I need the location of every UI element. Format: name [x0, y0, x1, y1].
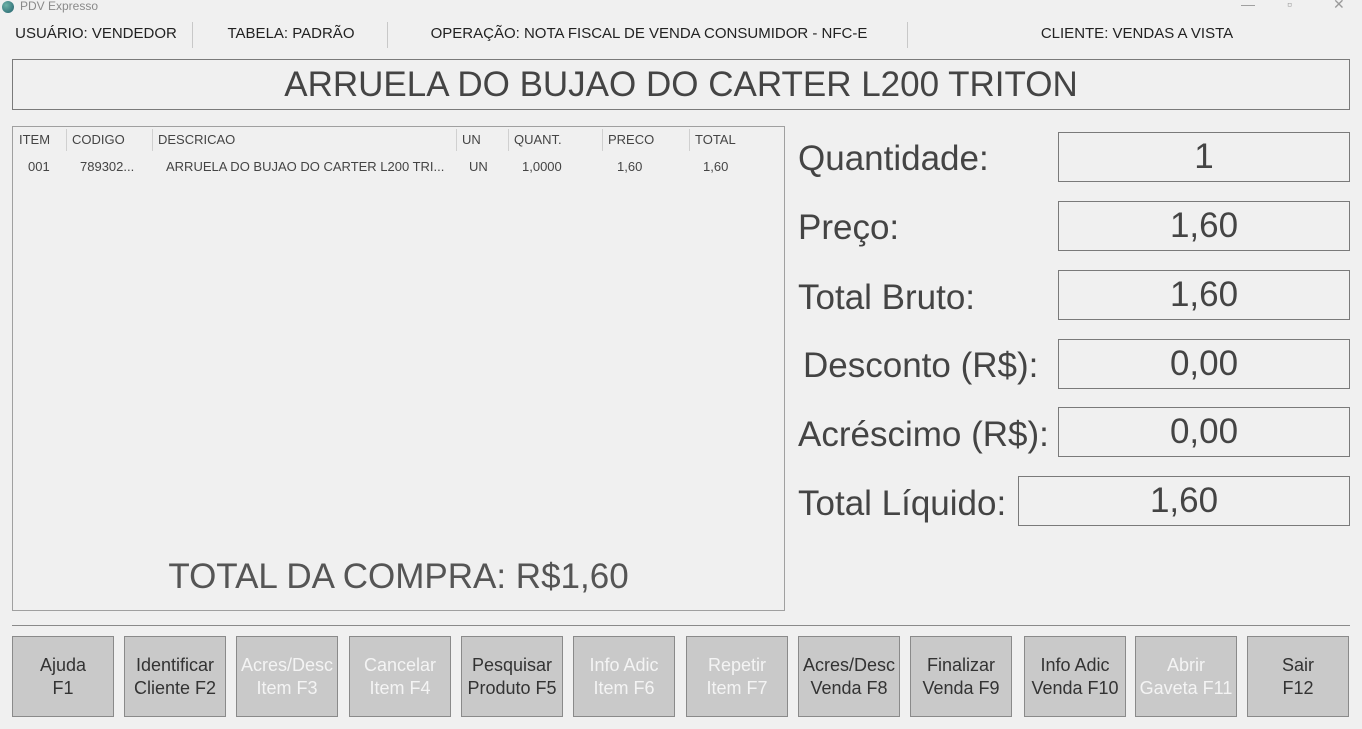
exit-button[interactable]: Sair F12 [1247, 636, 1349, 717]
quantity-label: Quantidade: [798, 139, 989, 178]
discount-label: Desconto (R$): [803, 346, 1039, 385]
button-label: Abrir [1166, 654, 1205, 675]
customer-label: CLIENTE: VENDAS A VISTA [1040, 25, 1234, 42]
column-header-descricao[interactable]: DESCRICAO [152, 127, 456, 153]
identify-customer-button[interactable]: Identificar Cliente F2 [124, 636, 226, 717]
button-label: Acres/Desc [240, 654, 334, 675]
button-shortcut: Item F6 [593, 677, 655, 698]
button-shortcut: Item F7 [706, 677, 768, 698]
user-label: USUÁRIO: VENDEDOR [15, 25, 177, 42]
button-label: Identificar [135, 654, 215, 675]
button-label: Ajuda [39, 654, 87, 675]
current-product-display: ARRUELA DO BUJAO DO CARTER L200 TRITON [12, 59, 1350, 110]
search-product-button[interactable]: Pesquisar Produto F5 [461, 636, 563, 717]
button-shortcut: Gaveta F11 [1139, 677, 1233, 698]
surcharge-field[interactable]: 0,00 [1058, 407, 1350, 457]
button-label: Acres/Desc [802, 654, 896, 675]
operation-label: OPERAÇÃO: NOTA FISCAL DE VENDA CONSUMIDO… [430, 25, 868, 42]
column-header-quant[interactable]: QUANT. [508, 127, 602, 153]
button-shortcut: F12 [1282, 677, 1314, 698]
item-additional-info-button[interactable]: Info Adic Item F6 [573, 636, 675, 717]
cell-descricao: ARRUELA DO BUJAO DO CARTER L200 TRI... [166, 159, 445, 174]
button-shortcut: Item F4 [369, 677, 431, 698]
title-bar: PDV Expresso — ▫ ✕ [0, 0, 1362, 16]
purchase-total: TOTAL DA COMPRA: R$1,60 [168, 557, 629, 596]
divider [907, 22, 908, 48]
button-shortcut: Cliente F2 [133, 677, 217, 698]
cell-quant: 1,0000 [522, 159, 562, 174]
cell-preco: 1,60 [617, 159, 643, 174]
button-shortcut: Produto F5 [467, 677, 557, 698]
cell-total: 1,60 [703, 159, 729, 174]
session-info-bar: USUÁRIO: VENDEDOR TABELA: PADRÃO OPERAÇÃ… [0, 20, 1362, 50]
sale-additional-info-button[interactable]: Info Adic Venda F10 [1024, 636, 1126, 717]
gross-total-label: Total Bruto: [798, 278, 976, 317]
price-label: Preço: [798, 208, 900, 247]
button-label: Cancelar [363, 654, 437, 675]
button-shortcut: Venda F8 [810, 677, 888, 698]
finish-sale-button[interactable]: Finalizar Venda F9 [910, 636, 1012, 717]
open-drawer-button[interactable]: Abrir Gaveta F11 [1135, 636, 1237, 717]
divider [387, 22, 388, 48]
items-table[interactable]: ITEM CODIGO DESCRICAO UN QUANT. PRECO TO… [12, 126, 785, 611]
button-label: Info Adic [589, 654, 659, 675]
button-label: Sair [1281, 654, 1314, 675]
cell-codigo: 789302... [80, 159, 135, 174]
button-label: Pesquisar [471, 654, 553, 675]
button-label: Info Adic [1040, 654, 1110, 675]
column-header-codigo[interactable]: CODIGO [66, 127, 152, 153]
repeat-item-button[interactable]: Repetir Item F7 [686, 636, 788, 717]
button-shortcut: Venda F10 [1031, 677, 1119, 698]
close-button[interactable]: ✕ [1333, 0, 1345, 11]
column-header-item[interactable]: ITEM [13, 127, 66, 153]
price-table-label: TABELA: PADRÃO [227, 25, 355, 42]
button-label: Finalizar [926, 654, 996, 675]
app-logo-icon [2, 1, 14, 13]
sale-surcharge-discount-button[interactable]: Acres/Desc Venda F8 [798, 636, 900, 717]
net-total-field[interactable]: 1,60 [1018, 476, 1350, 526]
column-header-un[interactable]: UN [456, 127, 508, 153]
column-header-total[interactable]: TOTAL [689, 127, 784, 153]
divider [192, 22, 193, 48]
net-total-label: Total Líquido: [798, 484, 1007, 523]
column-header-preco[interactable]: PRECO [602, 127, 689, 153]
surcharge-label: Acréscimo (R$): [798, 415, 1049, 454]
quantity-field[interactable]: 1 [1058, 132, 1350, 182]
button-shortcut: Item F3 [256, 677, 318, 698]
button-shortcut: Venda F9 [922, 677, 1000, 698]
item-surcharge-discount-button[interactable]: Acres/Desc Item F3 [236, 636, 338, 717]
cell-un: UN [469, 159, 488, 174]
button-shortcut: F1 [52, 677, 74, 698]
cell-item: 001 [28, 159, 50, 174]
discount-field[interactable]: 0,00 [1058, 339, 1350, 389]
help-button[interactable]: Ajuda F1 [12, 636, 114, 717]
cancel-item-button[interactable]: Cancelar Item F4 [349, 636, 451, 717]
maximize-button[interactable]: ▫ [1287, 0, 1292, 11]
window-title: PDV Expresso [20, 0, 99, 13]
button-label: Repetir [707, 654, 767, 675]
minimize-button[interactable]: — [1241, 0, 1255, 11]
divider [12, 625, 1350, 626]
gross-total-field[interactable]: 1,60 [1058, 270, 1350, 320]
price-field[interactable]: 1,60 [1058, 201, 1350, 251]
